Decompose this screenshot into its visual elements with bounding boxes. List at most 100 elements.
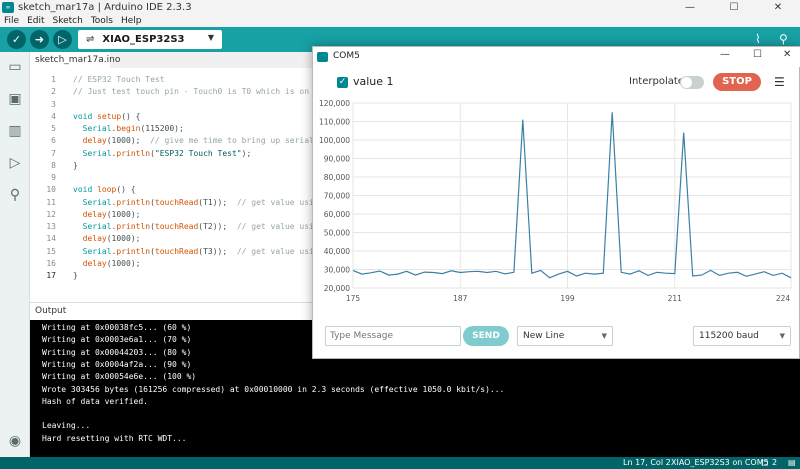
clear-list-icon[interactable]: ☰ bbox=[774, 75, 785, 89]
code-token: // get value usi bbox=[236, 197, 314, 207]
line-number: 5 bbox=[51, 124, 56, 133]
code-token: println bbox=[116, 197, 151, 207]
code-token: Serial bbox=[82, 148, 112, 158]
line-number: 14 bbox=[46, 234, 56, 244]
arduino-app-icon: ∞ bbox=[2, 2, 14, 13]
output-line: Writing at 0x0003e6a1... (70 %) bbox=[42, 335, 192, 345]
serial-monitor-icon[interactable]: ⚲ bbox=[779, 32, 788, 46]
y-tick-label: 50,000 bbox=[324, 229, 350, 238]
code-token: (T2)); bbox=[198, 222, 237, 231]
output-title: Output bbox=[35, 306, 67, 316]
boards-manager-icon[interactable]: ▣ bbox=[6, 90, 24, 108]
code-token: println bbox=[116, 222, 151, 231]
code-token: Serial bbox=[82, 124, 112, 133]
code-token: delay bbox=[82, 136, 107, 146]
serial-plotter-icon[interactable]: ⌇ bbox=[755, 32, 761, 46]
code-token: (T3)); bbox=[198, 246, 237, 256]
x-tick-label: 175 bbox=[346, 294, 361, 303]
code-token: (1000); bbox=[106, 136, 151, 146]
chevron-down-icon: ▼ bbox=[779, 332, 785, 340]
toggle-knob bbox=[681, 77, 692, 88]
code-token: // give me time to bring up serial bbox=[150, 136, 314, 146]
line-number: 2 bbox=[51, 87, 56, 97]
code-token: Serial bbox=[82, 197, 112, 207]
minimize-icon[interactable]: — bbox=[668, 0, 712, 15]
maximize-icon[interactable]: ☐ bbox=[753, 49, 762, 60]
line-ending-select[interactable]: New Line ▼ bbox=[517, 326, 613, 346]
menu-edit[interactable]: Edit bbox=[27, 16, 44, 26]
upload-button[interactable]: ➜ bbox=[30, 30, 49, 49]
y-tick-label: 60,000 bbox=[324, 210, 350, 219]
account-icon[interactable]: ◉ bbox=[6, 432, 24, 450]
code-token: () { bbox=[116, 185, 136, 195]
output-line: Wrote 303456 bytes (161256 compressed) a… bbox=[42, 384, 505, 394]
code-token: setup bbox=[97, 111, 122, 121]
series-checkbox[interactable]: ✓ bbox=[337, 77, 348, 88]
menu-tools[interactable]: Tools bbox=[91, 16, 113, 26]
minimize-icon[interactable]: — bbox=[720, 49, 730, 60]
message-input[interactable] bbox=[325, 326, 461, 346]
debug-panel-icon[interactable]: ▷ bbox=[6, 154, 24, 172]
x-tick-label: 199 bbox=[560, 294, 575, 303]
code-token: () { bbox=[121, 111, 141, 121]
stop-button[interactable]: STOP bbox=[713, 73, 761, 91]
board-selector[interactable]: ⇌ XIAO_ESP32S3 ▼ bbox=[78, 30, 222, 49]
y-tick-label: 110,000 bbox=[319, 118, 350, 127]
code-token: Serial bbox=[82, 222, 112, 231]
y-tick-label: 20,000 bbox=[324, 284, 350, 293]
board-port-status[interactable]: XIAO_ESP32S3 on COM5 bbox=[671, 458, 769, 467]
chevron-down-icon: ▼ bbox=[207, 33, 214, 42]
close-icon[interactable]: ✕ bbox=[783, 49, 791, 60]
code-token: // get value usi bbox=[236, 222, 314, 231]
code-token: touchRead bbox=[154, 197, 199, 207]
tab-sketch[interactable]: sketch_mar17a.ino bbox=[30, 52, 120, 68]
code-token: touchRead bbox=[154, 246, 199, 256]
code-token: delay bbox=[82, 258, 107, 268]
menu-sketch[interactable]: Sketch bbox=[53, 16, 83, 26]
send-button[interactable]: SEND bbox=[463, 326, 509, 346]
output-line: Leaving... bbox=[42, 421, 91, 431]
debug-button[interactable]: ▷ bbox=[53, 30, 72, 49]
sketchbook-icon[interactable]: ▭ bbox=[6, 58, 24, 76]
line-number: 4 bbox=[51, 111, 56, 121]
menu-help[interactable]: Help bbox=[121, 16, 142, 26]
search-icon[interactable]: ⚲ bbox=[6, 186, 24, 204]
close-icon[interactable]: ✕ bbox=[756, 0, 800, 15]
menu-bar: File Edit Sketch Tools Help bbox=[0, 15, 800, 27]
arrow-right-icon: ➜ bbox=[34, 33, 45, 46]
line-number: 1 bbox=[51, 75, 56, 84]
baud-rate-select[interactable]: 115200 baud ▼ bbox=[693, 326, 791, 346]
checkmark-icon: ✓ bbox=[11, 33, 22, 46]
code-token: begin bbox=[116, 124, 141, 133]
code-token: ); bbox=[241, 148, 252, 158]
menu-file[interactable]: File bbox=[4, 16, 19, 26]
notifications-count: 2 bbox=[772, 458, 778, 467]
maximize-icon[interactable]: ☐ bbox=[712, 0, 756, 15]
cursor-position[interactable]: Ln 17, Col 2 bbox=[623, 458, 671, 467]
code-token: println bbox=[116, 148, 151, 158]
x-tick-label: 211 bbox=[668, 294, 683, 303]
code-token: (1000); bbox=[106, 234, 141, 244]
code-token: (T1)); bbox=[198, 197, 237, 207]
interpolate-toggle[interactable] bbox=[680, 76, 704, 89]
code-token: } bbox=[73, 160, 78, 170]
library-manager-icon[interactable]: ▥ bbox=[6, 122, 24, 140]
line-number: 9 bbox=[51, 173, 56, 182]
code-token: (1000); bbox=[106, 258, 141, 268]
line-number: 7 bbox=[51, 148, 56, 158]
notifications-icon[interactable]: ▢ bbox=[761, 458, 769, 467]
line-number: 13 bbox=[46, 222, 56, 231]
code-token: delay bbox=[82, 234, 107, 244]
verify-button[interactable]: ✓ bbox=[7, 30, 26, 49]
output-line: Hard resetting with RTC WDT... bbox=[42, 433, 187, 443]
panel-toggle-icon[interactable]: ▤ bbox=[788, 458, 796, 467]
title-bar: ∞ sketch_mar17a | Arduino IDE 2.3.3 — ☐ … bbox=[0, 0, 800, 15]
debug-icon: ▷ bbox=[58, 33, 67, 46]
